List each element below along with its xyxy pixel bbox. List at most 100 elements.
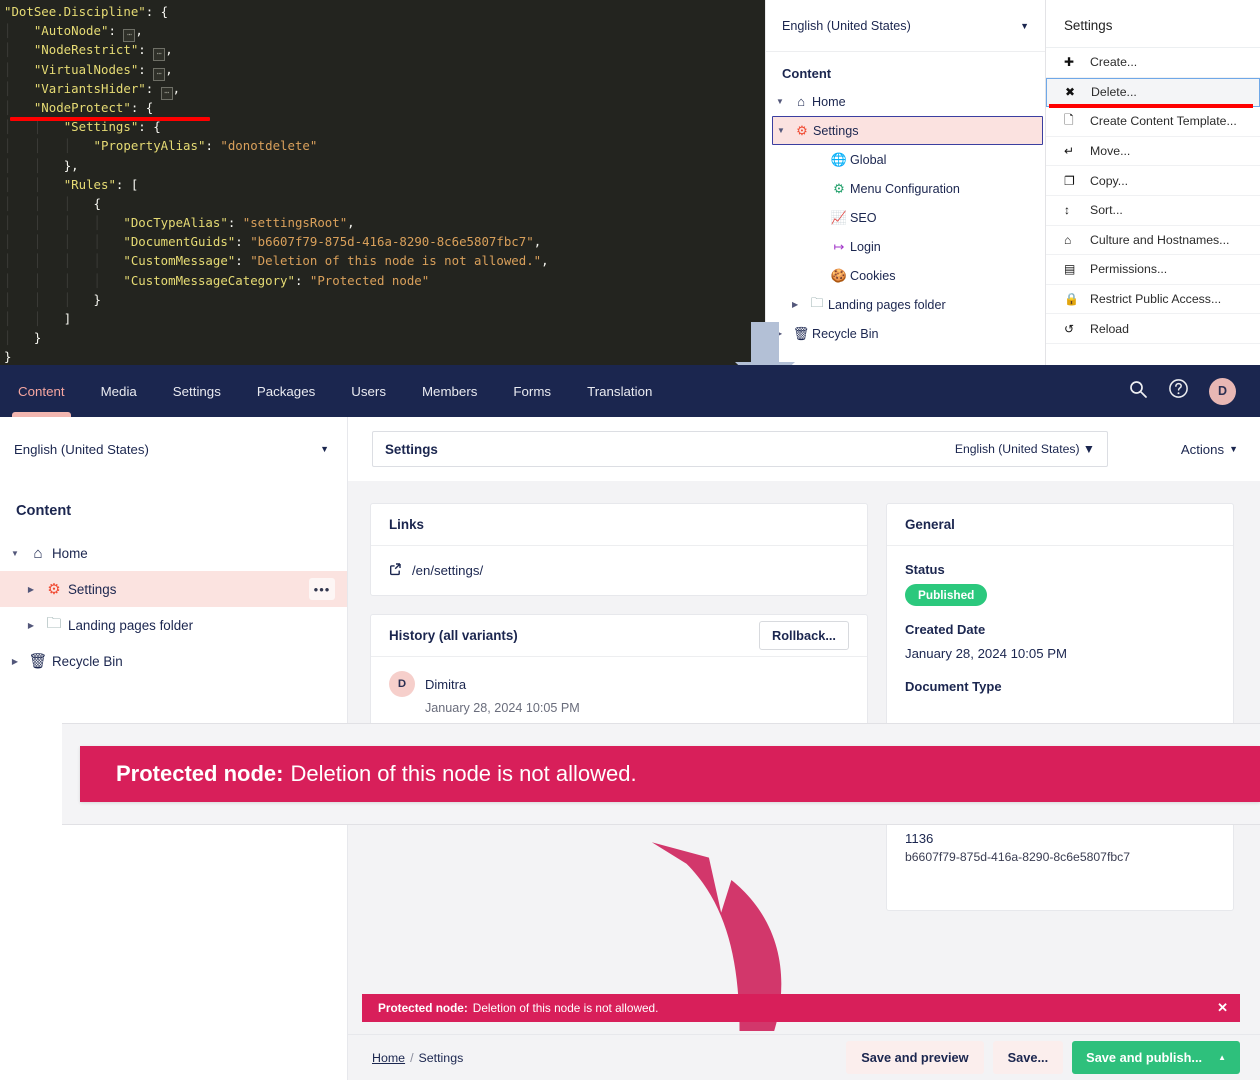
avatar: D	[389, 671, 415, 697]
history-entry-user: Dimitra	[425, 677, 466, 692]
variant-language-label: English (United States)	[955, 442, 1080, 456]
tab-label: Media	[101, 384, 137, 399]
toast-category: Protected node:	[378, 1001, 468, 1015]
context-menu-item-culture-and-hostnames[interactable]: ⌂Culture and Hostnames...	[1046, 226, 1260, 256]
sidebar-item-label: Recycle Bin	[52, 654, 123, 669]
home-icon: ⌂	[790, 94, 812, 109]
created-date-label: Created Date	[905, 622, 1215, 637]
help-icon[interactable]	[1168, 378, 1189, 404]
sidebar-item-landing-pages-folder[interactable]: ▶🗀Landing pages folder	[0, 607, 347, 643]
variant-language-selector[interactable]: English (United States) ▼	[955, 442, 1095, 456]
tab-members[interactable]: Members	[404, 365, 495, 417]
sub-header: English (United States) ▼ Settings Engli…	[0, 417, 1260, 481]
save-button[interactable]: Save...	[993, 1041, 1064, 1074]
main-navigation-bar: Content Media SettingsPackagesUsersMembers…	[0, 365, 1260, 417]
content-tree-screenshot: English (United States) ▼ Content ▼⌂Home…	[765, 0, 1045, 365]
chevron-down-icon[interactable]: ▼	[6, 549, 24, 558]
magnified-notification-overlay: Protected node: Deletion of this node is…	[62, 723, 1260, 825]
chevron-down-icon[interactable]: ▼	[776, 97, 790, 106]
code-line: │ "VirtualNodes": ⋯,	[4, 60, 765, 79]
context-menu-item-label: Permissions...	[1090, 262, 1167, 276]
rollback-button[interactable]: Rollback...	[759, 621, 849, 650]
code-line: │ │ │ │ "CustomMessageCategory": "Protec…	[4, 271, 765, 290]
save-and-publish-button[interactable]: Save and publish... ▲	[1072, 1041, 1240, 1074]
breadcrumb-separator: /	[410, 1051, 413, 1065]
home-icon: ⌂	[24, 545, 52, 562]
node-options-button[interactable]: •••	[309, 578, 335, 600]
tab-label: Translation	[587, 384, 652, 399]
tree-node-label: Login	[850, 240, 881, 254]
tree-language-selector[interactable]: English (United States) ▼	[766, 0, 1045, 52]
globe-icon: 🌐	[828, 152, 850, 168]
history-entry: D Dimitra	[389, 671, 849, 697]
gear-icon: ⚙	[791, 123, 813, 139]
tree-node-home[interactable]: ▼⌂Home	[766, 87, 1045, 116]
save-and-preview-button[interactable]: Save and preview	[846, 1041, 983, 1074]
general-card: General Status Published Created Date Ja…	[886, 503, 1234, 911]
tab-forms[interactable]: Forms	[495, 365, 569, 417]
actions-label: Actions	[1181, 442, 1224, 457]
history-entry-date: January 28, 2024 10:05 PM	[425, 701, 849, 715]
context-menu-item-create[interactable]: ✚Create...	[1046, 48, 1260, 78]
folder-icon: 🗀	[40, 613, 68, 638]
cross-icon: ✖	[1065, 85, 1091, 99]
actions-menu-button[interactable]: Actions ▼	[1181, 431, 1238, 467]
tree-node-settings[interactable]: ▼⚙Settings	[772, 116, 1043, 145]
content-url-link[interactable]: /en/settings/	[389, 562, 849, 579]
tree-node-seo[interactable]: 📈SEO	[766, 203, 1045, 232]
sidebar-item-settings[interactable]: ▶⚙Settings•••	[0, 571, 347, 607]
node-name-value: Settings	[385, 442, 438, 457]
code-line: │ │ },	[4, 156, 765, 175]
code-line: │ }	[4, 328, 765, 347]
close-icon[interactable]: ✕	[1217, 1000, 1228, 1016]
tab-content[interactable]: Content	[0, 365, 83, 417]
tree-node-label: Global	[850, 153, 886, 167]
sidebar-item-home[interactable]: ▼⌂Home	[0, 535, 347, 571]
search-icon[interactable]	[1128, 379, 1148, 404]
tab-label: Forms	[513, 384, 551, 399]
tree-node-cookies[interactable]: 🍪Cookies	[766, 261, 1045, 290]
tree-section-title: Content	[766, 52, 1045, 87]
chevron-right-icon[interactable]: ▶	[792, 300, 806, 309]
tab-settings[interactable]: Settings	[155, 365, 239, 417]
context-menu-item-sort[interactable]: ↕Sort...	[1046, 196, 1260, 226]
chevron-right-icon[interactable]: ▶	[22, 585, 40, 594]
context-menu-item-move[interactable]: ↵Move...	[1046, 137, 1260, 167]
tab-media[interactable]: Media	[83, 365, 155, 417]
breadcrumb: Home/Settings	[372, 1051, 463, 1065]
code-line: │ │ │ │ "DocumentGuids": "b6607f79-875d-…	[4, 232, 765, 251]
tree-node-login[interactable]: ↦Login	[766, 232, 1045, 261]
delete-red-underline	[1049, 104, 1253, 108]
chevron-right-icon[interactable]: ▶	[6, 657, 24, 666]
context-menu-item-reload[interactable]: ↺Reload	[1046, 314, 1260, 344]
magnified-notification-banner: Protected node: Deletion of this node is…	[80, 746, 1260, 802]
sort-icon: ↕	[1064, 203, 1090, 217]
tab-users[interactable]: Users	[333, 365, 404, 417]
save-and-publish-label: Save and publish...	[1086, 1050, 1202, 1065]
context-menu-item-label: Reload	[1090, 322, 1129, 336]
nodeprotect-red-underline	[10, 117, 210, 121]
tab-translation[interactable]: Translation	[569, 365, 670, 417]
chevron-down-icon[interactable]: ▼	[777, 126, 791, 135]
context-menu-item-label: Restrict Public Access...	[1090, 292, 1221, 306]
context-menu-item-permissions[interactable]: ▤Permissions...	[1046, 255, 1260, 285]
context-menu-item-restrict-public-access[interactable]: 🔒Restrict Public Access...	[1046, 285, 1260, 315]
tree-node-landing-pages-folder[interactable]: ▶🗀Landing pages folder	[766, 290, 1045, 319]
context-menu-item-delete[interactable]: ✖Delete...	[1046, 78, 1260, 108]
copy-icon: ❐	[1064, 174, 1090, 188]
avatar[interactable]: D	[1209, 378, 1236, 405]
context-menu-item-copy[interactable]: ❐Copy...	[1046, 166, 1260, 196]
trash-icon: 🗑	[24, 652, 52, 670]
tree-node-recycle-bin[interactable]: ▶🗑Recycle Bin	[766, 319, 1045, 348]
tab-packages[interactable]: Packages	[239, 365, 333, 417]
chevron-right-icon[interactable]: ▶	[22, 621, 40, 630]
context-menu-item-create-content-template[interactable]: 🗋Create Content Template...	[1046, 107, 1260, 137]
reference-screenshot-strip: "DotSee.Discipline": {│ "AutoNode": ⋯,│ …	[0, 0, 1260, 365]
node-name-field[interactable]: Settings English (United States) ▼	[372, 431, 1108, 467]
links-card-title: Links	[371, 504, 867, 546]
language-selector[interactable]: English (United States) ▼	[0, 417, 348, 481]
tree-node-menu-configuration[interactable]: ⚙Menu Configuration	[766, 174, 1045, 203]
sidebar-item-recycle-bin[interactable]: ▶🗑Recycle Bin	[0, 643, 347, 679]
tree-node-global[interactable]: 🌐Global	[766, 145, 1045, 174]
breadcrumb-home[interactable]: Home	[372, 1051, 405, 1065]
